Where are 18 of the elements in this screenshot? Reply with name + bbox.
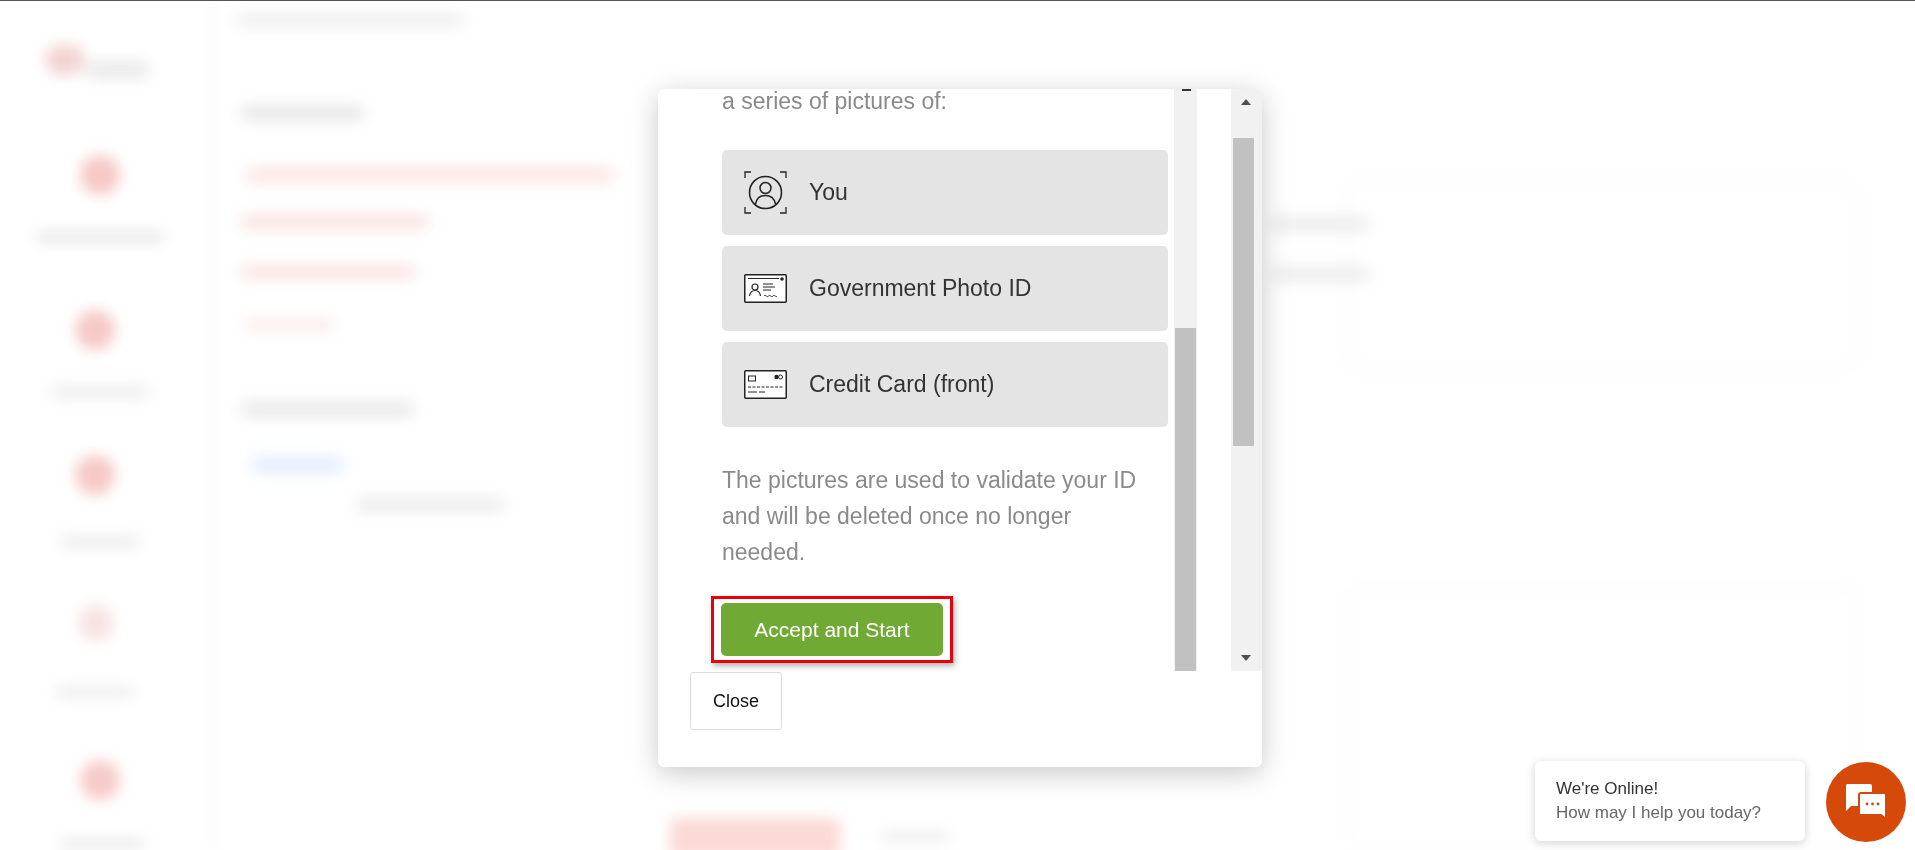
option-label: Credit Card (front): [809, 370, 995, 400]
scrollbar-thumb[interactable]: [1233, 138, 1254, 446]
chat-title: We're Online!: [1556, 778, 1660, 800]
scroll-down-arrow-icon[interactable]: [1241, 655, 1251, 661]
scrollbar[interactable]: [1231, 89, 1262, 671]
id-card-icon: [744, 274, 787, 303]
scrollbar[interactable]: [1174, 89, 1197, 671]
chat-message: How may I help you today?: [1556, 802, 1763, 824]
scrollbar-thumb[interactable]: [1175, 328, 1196, 671]
person-in-frame-icon: [744, 171, 787, 214]
privacy-note: The pictures are used to validate your ID and will be deleted once no longer needed.: [722, 466, 1138, 567]
scroll-up-arrow-icon[interactable]: [1241, 99, 1251, 105]
chat-bubble[interactable]: We're Online! How may I help you today?: [1535, 761, 1805, 841]
close-button[interactable]: Close: [690, 672, 782, 730]
credit-card-icon: [744, 370, 787, 399]
intro-text: a series of pictures of:: [722, 89, 948, 113]
option-label: You: [809, 178, 848, 208]
option-label: Government Photo ID: [809, 274, 1032, 304]
